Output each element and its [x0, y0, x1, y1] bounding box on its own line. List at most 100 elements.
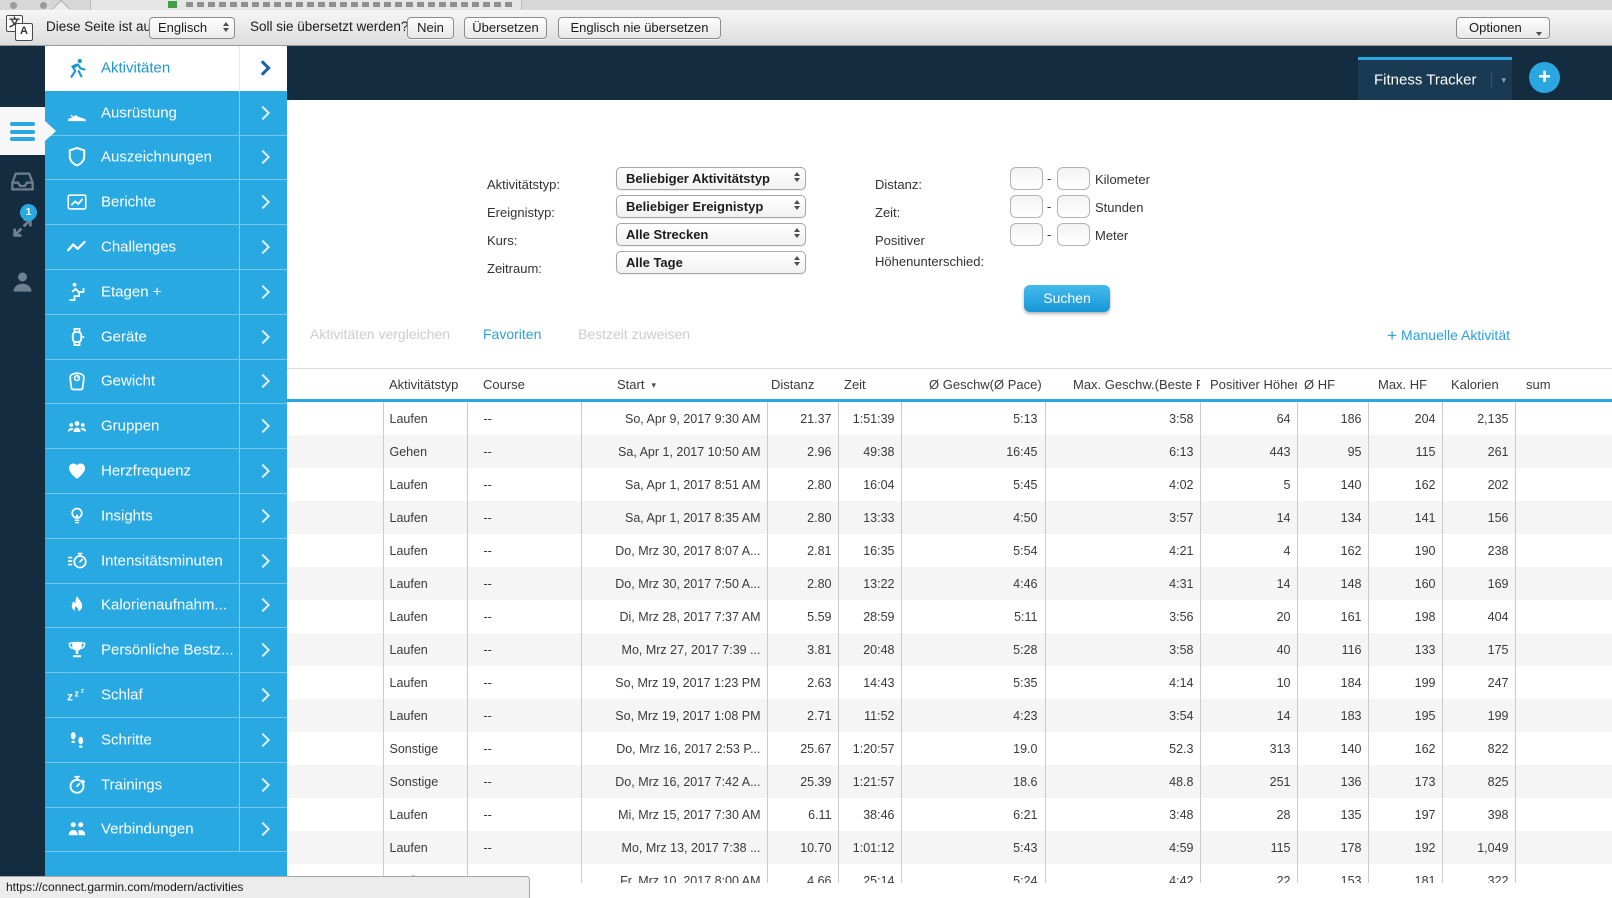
activity-row[interactable]: Laufen -- Do, Mrz 30, 2017 8:07 A... 2.81 16… — [287, 534, 1612, 567]
translate-button[interactable]: Übersetzen — [464, 17, 547, 39]
activity-row[interactable]: Laufen -- Sa, Apr 1, 2017 8:51 AM 2.80 16:04… — [287, 468, 1612, 501]
sidebar-item-expand[interactable] — [239, 225, 287, 269]
filter-select-0[interactable]: Beliebiger Aktivitätstyp — [616, 167, 806, 190]
sidebar-item-etagen-[interactable]: Etagen + — [45, 269, 287, 315]
search-button[interactable]: Suchen — [1024, 285, 1110, 312]
activity-cell: 162 — [1368, 468, 1443, 501]
favorites-link[interactable]: Favoriten — [483, 326, 541, 342]
sidebar-item-expand[interactable] — [239, 180, 287, 225]
translate-language-select[interactable]: Englisch — [149, 17, 235, 39]
column-header-max-hf[interactable]: Max. HF — [1368, 368, 1442, 402]
column-header-zeit[interactable]: Zeit — [838, 368, 901, 402]
sidebar-item-expand[interactable] — [239, 314, 287, 359]
manual-activity-link[interactable]: + Manuelle Aktivität — [1387, 326, 1510, 346]
filter-select-2[interactable]: Alle Strecken — [616, 223, 806, 246]
activity-row[interactable]: Laufen -- Di, Mrz 28, 2017 7:37 AM 5.59 28:5… — [287, 600, 1612, 633]
column-header-aktivit-tstyp[interactable]: Aktivitätstyp — [383, 368, 467, 402]
activity-row[interactable]: Sonstige -- Do, Mrz 16, 2017 2:53 P... 25.6… — [287, 732, 1612, 765]
sidebar-item-gruppen[interactable]: Gruppen — [45, 404, 287, 450]
range-max-input[interactable] — [1057, 167, 1090, 190]
activity-row[interactable]: Laufen -- Mi, Mrz 15, 2017 7:30 AM 6.11 38:4… — [287, 798, 1612, 831]
sidebar-item-expand[interactable] — [239, 583, 287, 628]
sidebar-item-expand[interactable] — [239, 449, 287, 493]
sidebar-item-expand[interactable] — [239, 538, 287, 583]
activity-cell: Laufen — [383, 831, 468, 864]
activity-cell: 247 — [1442, 666, 1516, 699]
sidebar-item-ausr-stung[interactable]: Ausrüstung — [45, 90, 287, 136]
filter-select-1[interactable]: Beliebiger Ereignistyp — [616, 195, 806, 218]
sidebar-item-herzfrequenz[interactable]: Herzfrequenz — [45, 449, 287, 494]
connections-icon — [67, 819, 87, 839]
activity-row[interactable]: Gehen -- Sa, Apr 1, 2017 10:50 AM 2.96 49:38… — [287, 435, 1612, 468]
range-min-input[interactable] — [1010, 167, 1043, 190]
activity-cell: -- — [467, 534, 582, 567]
column-header-kalorien[interactable]: Kalorien — [1442, 368, 1515, 402]
sidebar-item-insights[interactable]: Insights — [45, 493, 287, 539]
inbox-tray-icon[interactable] — [9, 168, 36, 195]
chevron-down-icon[interactable]: ▾ — [1491, 72, 1506, 88]
activity-cell: 4:21 — [1045, 534, 1201, 567]
sidebar-item-expand[interactable] — [239, 628, 287, 673]
activity-cell: 13:22 — [838, 567, 902, 600]
sidebar-item-intensit-tsminuten[interactable]: Intensitätsminuten — [45, 538, 287, 584]
row-select-cell — [287, 633, 384, 666]
range-min-input[interactable] — [1010, 223, 1043, 246]
fitness-tracker-tab[interactable]: Fitness Tracker ▾ — [1358, 57, 1512, 100]
sidebar-item-label: Berichte — [101, 193, 157, 211]
column-header-distanz[interactable]: Distanz — [767, 368, 838, 402]
sidebar-item-ger-te[interactable]: Geräte — [45, 314, 287, 360]
translate-decline-button[interactable]: Nein — [407, 17, 454, 39]
sidebar-item-expand[interactable] — [239, 673, 287, 717]
add-button[interactable]: + — [1529, 62, 1560, 93]
activity-row[interactable]: Sonstige -- Do, Mrz 16, 2017 7:42 A... 25.3… — [287, 765, 1612, 798]
translate-bar: 文 A Diese Seite ist auf Englisch Soll si… — [0, 1, 1612, 46]
sidebar-item-berichte[interactable]: Berichte — [45, 180, 287, 226]
profile-person-icon[interactable] — [9, 268, 36, 295]
activity-cell: 25.67 — [767, 732, 839, 765]
sidebar-item-expand[interactable] — [239, 269, 287, 314]
activity-row[interactable]: Laufen -- So, Mrz 19, 2017 1:08 PM 2.71 11:5… — [287, 699, 1612, 732]
sidebar-item-expand[interactable] — [239, 46, 287, 90]
sidebar-item-expand[interactable] — [239, 90, 287, 135]
sidebar-item-schlaf[interactable]: z z z Schlaf — [45, 673, 287, 718]
sidebar-item-label: Ausrüstung — [101, 104, 177, 122]
menu-toggle[interactable] — [0, 107, 45, 155]
sidebar-item-challenges[interactable]: Challenges — [45, 225, 287, 270]
range-min-input[interactable] — [1010, 195, 1043, 218]
sidebar-item-schritte[interactable]: Schritte — [45, 717, 287, 763]
filter-select-3[interactable]: Alle Tage — [616, 251, 806, 274]
sidebar-item-aktivit-ten[interactable]: Aktivitäten — [45, 46, 287, 91]
sidebar-item-expand[interactable] — [239, 135, 287, 180]
activity-row[interactable]: Laufen -- Mo, Mrz 13, 2017 7:38 ... 10.70 1:… — [287, 831, 1612, 864]
column-header-course[interactable]: Course — [467, 368, 581, 402]
column-header-sum[interactable]: sum — [1515, 368, 1612, 402]
sidebar-item-expand[interactable] — [239, 404, 287, 449]
sidebar-item-expand[interactable] — [239, 762, 287, 807]
sidebar-item-trainings[interactable]: Trainings — [45, 762, 287, 808]
activity-row[interactable]: Laufen -- Do, Mrz 30, 2017 7:50 A... 2.80 13… — [287, 567, 1612, 600]
column-header--geschw-pace-[interactable]: Ø Geschw(Ø Pace) — [901, 368, 1045, 402]
sidebar-item-pers-nliche-bestz-[interactable]: Persönliche Bestz... — [45, 628, 287, 674]
column-header-max-geschw-beste-pa[interactable]: Max. Geschw.(Beste Pa — [1045, 368, 1200, 402]
activity-row[interactable]: Laufen -- So, Apr 9, 2017 9:30 AM 21.37 1:51… — [287, 400, 1612, 435]
sidebar-item-expand[interactable] — [239, 717, 287, 762]
translate-options-button[interactable]: Optionen — [1456, 17, 1550, 39]
sidebar-item-kalorienaufnahm-[interactable]: Kalorienaufnahm... — [45, 583, 287, 629]
activity-row[interactable]: Laufen -- Sa, Apr 1, 2017 8:35 AM 2.80 13:33… — [287, 501, 1612, 534]
sidebar-item-expand[interactable] — [239, 493, 287, 538]
column-header-start[interactable]: Start ▾ — [581, 368, 767, 402]
translate-never-button[interactable]: Englisch nie übersetzen — [558, 17, 721, 39]
sidebar-item-label: Geräte — [101, 328, 147, 346]
sidebar-item-verbindungen[interactable]: Verbindungen — [45, 807, 287, 853]
range-max-input[interactable] — [1057, 223, 1090, 246]
sidebar-item-expand[interactable] — [239, 807, 287, 852]
activity-row[interactable]: Laufen -- Mo, Mrz 27, 2017 7:39 ... 3.81 20:… — [287, 633, 1612, 666]
column-header-positiver-h-her[interactable]: Positiver Höher — [1200, 368, 1297, 402]
activity-cell: 195 — [1368, 699, 1443, 732]
range-max-input[interactable] — [1057, 195, 1090, 218]
activity-row[interactable]: Laufen -- So, Mrz 19, 2017 1:23 PM 2.63 14:4… — [287, 666, 1612, 699]
sidebar-item-gewicht[interactable]: Gewicht — [45, 359, 287, 405]
sidebar-item-expand[interactable] — [239, 359, 287, 404]
column-header--hf[interactable]: Ø HF — [1297, 368, 1368, 402]
sidebar-item-auszeichnungen[interactable]: Auszeichnungen — [45, 135, 287, 181]
